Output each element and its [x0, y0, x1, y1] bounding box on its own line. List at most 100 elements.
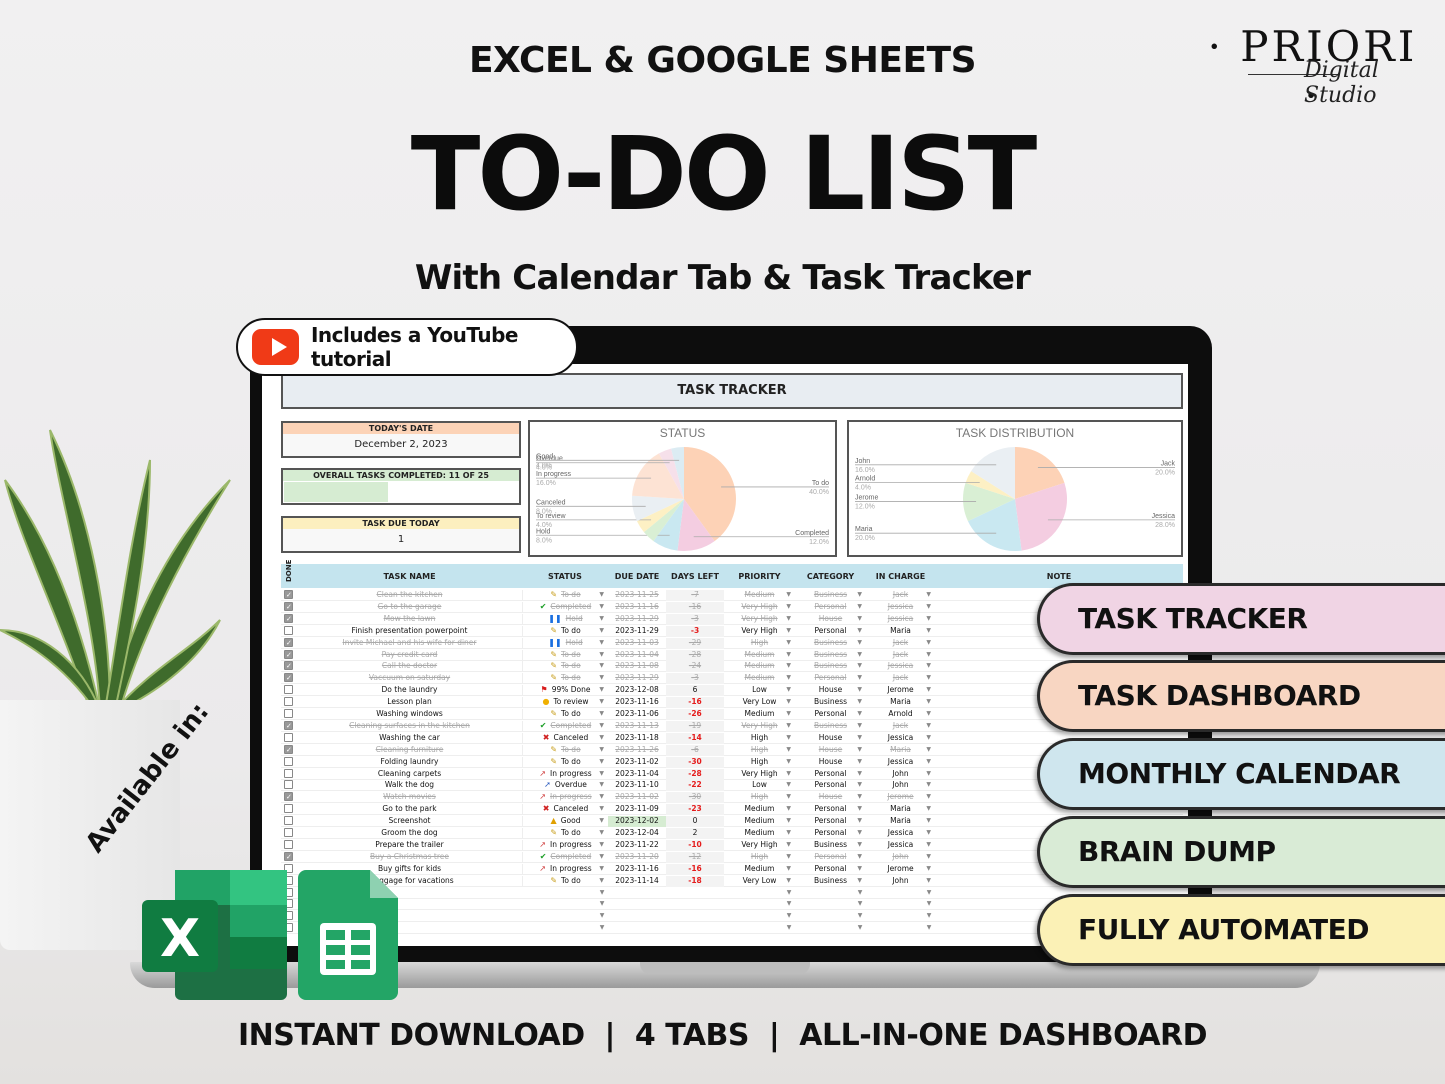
priority-cell[interactable]: Medium ▼ — [724, 661, 795, 672]
due-date-cell[interactable]: 2023-11-02 — [608, 757, 666, 768]
done-checkbox[interactable] — [284, 828, 293, 837]
task-name-cell[interactable]: Prepare the trailer — [297, 840, 522, 851]
priority-cell[interactable]: Very High ▼ — [724, 614, 795, 625]
chevron-down-icon[interactable]: ▼ — [785, 911, 793, 922]
chevron-down-icon[interactable]: ▼ — [786, 792, 791, 802]
chevron-down-icon[interactable]: ▼ — [925, 911, 933, 922]
category-cell[interactable]: Business ▼ — [795, 638, 866, 649]
due-date-cell[interactable]: 2023-11-06 — [608, 709, 666, 720]
due-date-cell[interactable]: 2023-11-13 — [608, 721, 666, 732]
priority-cell[interactable]: Very High ▼ — [724, 769, 795, 780]
chevron-down-icon[interactable]: ▼ — [857, 638, 862, 648]
in-charge-cell[interactable]: Maria ▼ — [866, 804, 935, 815]
category-cell[interactable]: House ▼ — [795, 792, 866, 803]
chevron-down-icon[interactable]: ▼ — [599, 721, 604, 731]
task-name-cell[interactable]: Mow the lawn — [297, 614, 522, 625]
chevron-down-icon[interactable]: ▼ — [786, 697, 791, 707]
category-cell[interactable]: House ▼ — [795, 733, 866, 744]
priority-cell[interactable]: High ▼ — [724, 638, 795, 649]
chevron-down-icon[interactable]: ▼ — [599, 816, 604, 826]
todays-date-value[interactable]: December 2, 2023 — [283, 434, 519, 456]
done-checkbox[interactable] — [284, 744, 293, 754]
chevron-down-icon[interactable]: ▼ — [857, 745, 862, 755]
status-cell[interactable]: ✔ Completed ▼ — [522, 851, 608, 863]
task-name-cell[interactable]: Pay credit card — [297, 650, 522, 661]
chevron-down-icon[interactable]: ▼ — [856, 923, 864, 934]
done-checkbox[interactable] — [284, 756, 293, 766]
chevron-down-icon[interactable]: ▼ — [857, 709, 862, 719]
chevron-down-icon[interactable]: ▼ — [599, 697, 604, 707]
category-cell[interactable]: House ▼ — [795, 685, 866, 696]
in-charge-cell[interactable]: Maria ▼ — [866, 745, 935, 756]
done-checkbox[interactable] — [284, 601, 293, 611]
task-name-cell[interactable]: Lesson plan — [297, 697, 522, 708]
chevron-down-icon[interactable]: ▼ — [925, 899, 933, 910]
in-charge-cell[interactable]: Jessica ▼ — [866, 661, 935, 672]
chevron-down-icon[interactable]: ▼ — [926, 840, 931, 850]
priority-cell[interactable]: Medium ▼ — [724, 709, 795, 720]
status-cell[interactable]: ➚ Overdue ▼ — [522, 780, 608, 792]
task-name-cell[interactable]: Vaccuum on saturday — [297, 673, 522, 684]
in-charge-cell[interactable]: John ▼ — [866, 780, 935, 791]
chevron-down-icon[interactable]: ▼ — [786, 804, 791, 814]
chevron-down-icon[interactable]: ▼ — [599, 650, 604, 660]
due-date-cell[interactable]: 2023-11-29 — [608, 614, 666, 625]
category-cell[interactable]: Personal ▼ — [795, 828, 866, 839]
chevron-down-icon[interactable]: ▼ — [857, 864, 862, 874]
chevron-down-icon[interactable]: ▼ — [599, 602, 604, 612]
task-name-cell[interactable]: Cleaning furniture — [297, 745, 522, 756]
chevron-down-icon[interactable]: ▼ — [926, 876, 931, 886]
chevron-down-icon[interactable]: ▼ — [785, 899, 793, 910]
tab-brain-dump[interactable]: BRAIN DUMP — [1037, 816, 1445, 888]
chevron-down-icon[interactable]: ▼ — [599, 804, 604, 814]
task-name-cell[interactable]: Invite Michael and his wife for diner — [297, 638, 522, 649]
chevron-down-icon[interactable]: ▼ — [926, 792, 931, 802]
chevron-down-icon[interactable]: ▼ — [786, 638, 791, 648]
chevron-down-icon[interactable]: ▼ — [857, 685, 862, 695]
status-cell[interactable]: ❚❚ Hold ▼ — [522, 613, 608, 625]
done-checkbox[interactable] — [284, 649, 293, 659]
chevron-down-icon[interactable]: ▼ — [786, 876, 791, 886]
status-cell[interactable]: ✎ To do ▼ — [522, 625, 608, 637]
chevron-down-icon[interactable]: ▼ — [599, 745, 604, 755]
task-name-cell[interactable]: Folding laundry — [297, 757, 522, 768]
chevron-down-icon[interactable]: ▼ — [856, 899, 864, 910]
chevron-down-icon[interactable]: ▼ — [599, 876, 604, 886]
in-charge-cell[interactable]: Jessica ▼ — [866, 757, 935, 768]
chevron-down-icon[interactable]: ▼ — [926, 864, 931, 874]
chevron-down-icon[interactable]: ▼ — [599, 638, 604, 648]
in-charge-cell[interactable]: Jack ▼ — [866, 721, 935, 732]
task-name-cell[interactable]: Washing the car — [297, 733, 522, 744]
due-date-cell[interactable]: 2023-12-04 — [608, 828, 666, 839]
in-charge-cell[interactable]: Arnold ▼ — [866, 709, 935, 720]
task-name-cell[interactable]: Finish presentation powerpoint — [297, 626, 522, 637]
category-cell[interactable]: Business ▼ — [795, 721, 866, 732]
category-cell[interactable]: House ▼ — [795, 745, 866, 756]
chevron-down-icon[interactable]: ▼ — [926, 602, 931, 612]
done-checkbox[interactable] — [284, 697, 293, 707]
status-cell[interactable]: ✖ Canceled ▼ — [522, 732, 608, 744]
due-date-cell[interactable]: 2023-11-18 — [608, 733, 666, 744]
status-cell[interactable]: ▲ Good ▼ — [522, 816, 608, 828]
category-cell[interactable]: Business ▼ — [795, 650, 866, 661]
chevron-down-icon[interactable]: ▼ — [786, 626, 791, 636]
done-checkbox[interactable] — [284, 851, 293, 861]
due-date-cell[interactable]: 2023-11-14 — [608, 876, 666, 887]
chevron-down-icon[interactable]: ▼ — [786, 602, 791, 612]
chevron-down-icon[interactable]: ▼ — [926, 697, 931, 707]
chevron-down-icon[interactable]: ▼ — [599, 828, 604, 838]
due-date-cell[interactable]: 2023-11-08 — [608, 661, 666, 672]
priority-cell[interactable]: Low ▼ — [724, 780, 795, 791]
chevron-down-icon[interactable]: ▼ — [857, 733, 862, 743]
due-date-cell[interactable]: 2023-11-26 — [608, 745, 666, 756]
chevron-down-icon[interactable]: ▼ — [598, 899, 606, 910]
priority-cell[interactable]: Very High ▼ — [724, 626, 795, 637]
chevron-down-icon[interactable]: ▼ — [926, 721, 931, 731]
chevron-down-icon[interactable]: ▼ — [785, 888, 793, 899]
status-cell[interactable]: ✎ To do ▼ — [522, 673, 608, 685]
chevron-down-icon[interactable]: ▼ — [926, 780, 931, 790]
task-name-cell[interactable]: Screenshot — [297, 816, 522, 827]
chevron-down-icon[interactable]: ▼ — [598, 888, 606, 899]
priority-cell[interactable]: Medium ▼ — [724, 864, 795, 875]
chevron-down-icon[interactable]: ▼ — [857, 876, 862, 886]
